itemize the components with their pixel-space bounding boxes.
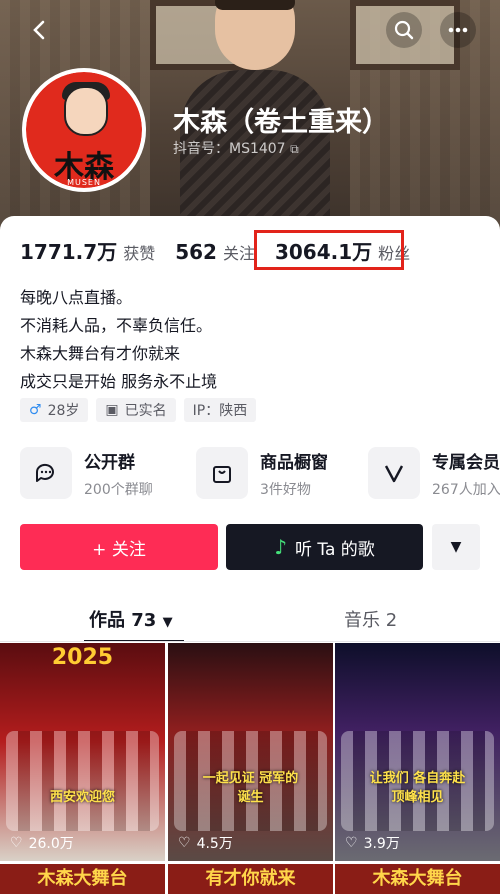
- service-title: 公开群: [84, 452, 135, 473]
- service-title: 专属会员: [432, 452, 500, 473]
- video-likes: ♡ 3.9万: [345, 833, 400, 853]
- video-tile-partial[interactable]: 有才你就来: [168, 864, 333, 894]
- video-tile-partial[interactable]: 木森大舞台: [335, 864, 500, 894]
- tag-ip-text: IP：陕西: [192, 403, 248, 419]
- tab-music[interactable]: 音乐 2: [344, 606, 397, 632]
- video-sticker: 让我们 各自奔赴 顶峰相见: [369, 771, 466, 805]
- video-likes: ♡ 26.0万: [10, 833, 74, 853]
- caret-down-icon: ▼: [162, 615, 173, 630]
- heart-icon: ♡: [178, 835, 191, 851]
- heart-icon: ♡: [345, 835, 358, 851]
- video-sticker: 一起见证 冠军的诞生: [202, 771, 299, 805]
- heart-icon: ♡: [10, 835, 23, 851]
- music-note-icon: ♪: [274, 535, 287, 559]
- content-tabs: 作品 73 ▼ 音乐 2: [0, 600, 500, 642]
- bio: 每晚八点直播。 不消耗人品，不辜负信任。 木森大舞台有才你就来 成交只是开始 服…: [20, 284, 217, 396]
- video-tile[interactable]: 让我们 各自奔赴 顶峰相见 ♡ 3.9万: [335, 643, 500, 861]
- video-tile[interactable]: 2025 西安欢迎您 ♡ 26.0万: [0, 643, 165, 861]
- douyin-id[interactable]: 抖音号：MS1407 ⧉: [173, 138, 299, 158]
- video-likes-count: 4.5万: [196, 836, 233, 852]
- service-sub: 3件好物: [260, 481, 311, 498]
- douyin-id-text: 抖音号：MS1407: [173, 141, 286, 157]
- chat-bubbles-icon: [20, 447, 72, 499]
- followers-highlight-box: [254, 230, 404, 270]
- tab-works-label: 作品 73: [89, 610, 157, 631]
- video-thumbnail: [6, 731, 159, 831]
- divider: [0, 641, 500, 642]
- likes-count: 1771.7万: [20, 240, 118, 264]
- video-caption: 2025: [51, 645, 114, 670]
- service-sub: 267人加入: [432, 481, 500, 498]
- more-actions-dropdown[interactable]: ▼: [432, 524, 480, 570]
- listen-song-label: 听 Ta 的歌: [294, 539, 375, 560]
- chevron-left-icon: [33, 20, 45, 40]
- copy-icon[interactable]: ⧉: [290, 142, 299, 156]
- video-likes-count: 3.9万: [363, 836, 400, 852]
- bio-line: 木森大舞台有才你就来: [20, 344, 181, 363]
- bio-line: 不消耗人品，不辜负信任。: [20, 316, 213, 335]
- video-likes-count: 26.0万: [28, 836, 74, 852]
- video-tile-partial[interactable]: 木森大舞台: [0, 864, 165, 894]
- following-label[interactable]: 关注: [223, 240, 255, 264]
- service-membership[interactable]: 专属会员 267人加入: [368, 446, 500, 500]
- service-group-chat[interactable]: 公开群 200个群聊: [20, 446, 153, 500]
- bio-line: 每晚八点直播。: [20, 288, 133, 307]
- likes-label: 获赞: [123, 244, 156, 263]
- bio-line: 成交只是开始 服务永不止境: [20, 372, 218, 391]
- search-icon: [394, 20, 414, 40]
- avatar[interactable]: 木森 MUSEN: [22, 68, 146, 192]
- tag-verified: ▣ 已实名: [96, 398, 176, 422]
- back-button[interactable]: [22, 12, 58, 48]
- service-shop-window[interactable]: 商品橱窗 3件好物: [196, 446, 328, 500]
- id-card-icon: ▣: [105, 402, 119, 418]
- shopping-bag-icon: [196, 447, 248, 499]
- video-likes: ♡ 4.5万: [178, 833, 233, 853]
- tag-ip: IP：陕西: [183, 398, 257, 422]
- video-tile[interactable]: 一起见证 冠军的诞生 ♡ 4.5万: [168, 643, 333, 861]
- service-title: 商品橱窗: [260, 452, 328, 473]
- search-button[interactable]: [386, 12, 422, 48]
- v-badge-icon: [368, 447, 420, 499]
- following-count[interactable]: 562: [175, 240, 217, 264]
- video-sticker: 西安欢迎您: [49, 790, 115, 805]
- more-horizontal-icon: [448, 27, 468, 33]
- profile-name: 木森（卷土重来）: [173, 107, 389, 138]
- follow-button[interactable]: + 关注: [20, 524, 218, 570]
- tag-age-text: 28岁: [47, 403, 80, 419]
- listen-song-button[interactable]: ♪ 听 Ta 的歌: [226, 524, 423, 570]
- tags-row: ♂ 28岁 ▣ 已实名 IP：陕西: [20, 398, 257, 422]
- avatar-logo-sub: MUSEN: [67, 178, 101, 187]
- tab-works[interactable]: 作品 73 ▼: [89, 606, 173, 632]
- more-button[interactable]: [440, 12, 476, 48]
- triangle-down-icon: ▼: [450, 539, 462, 555]
- male-icon: ♂: [29, 402, 42, 418]
- tag-verified-text: 已实名: [124, 403, 167, 419]
- service-sub: 200个群聊: [84, 481, 153, 498]
- tag-age: ♂ 28岁: [20, 398, 89, 422]
